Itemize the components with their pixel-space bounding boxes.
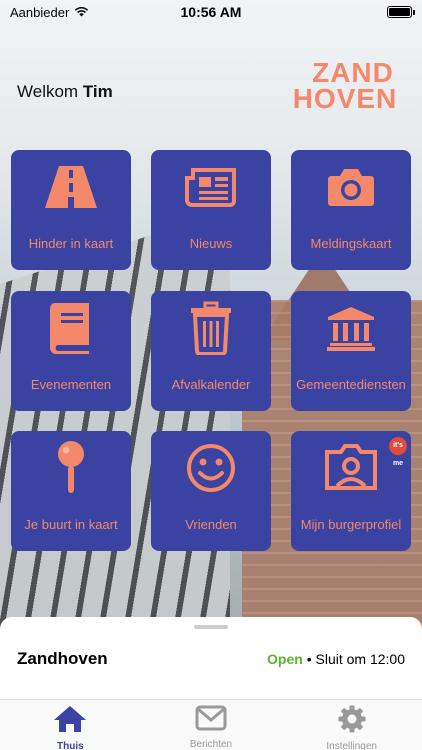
tab-thuis[interactable]: Thuis	[0, 700, 141, 750]
tile-label: Gemeentediensten	[296, 377, 406, 392]
welcome-text: Welkom Tim	[17, 82, 113, 102]
tile-gemeentediensten[interactable]: Gemeentediensten	[291, 291, 411, 411]
zandhoven-logo: ZAND HOVEN	[283, 59, 407, 120]
tab-label: Thuis	[57, 741, 84, 750]
user-name: Tim	[82, 82, 113, 101]
trash-icon	[151, 291, 271, 365]
status-left: Aanbieder	[10, 5, 89, 20]
tile-je-buurt-in-kaart[interactable]: Je buurt in kaart	[11, 431, 131, 551]
tile-label: Hinder in kaart	[28, 236, 114, 251]
tab-instellingen[interactable]: Instellingen	[281, 700, 422, 750]
newspaper-icon	[151, 150, 271, 224]
battery-icon	[387, 6, 415, 18]
tile-afvalkalender[interactable]: Afvalkalender	[151, 291, 271, 411]
opening-status: Open • Sluit om 12:00	[267, 651, 405, 667]
logo-line2: HOVEN	[292, 83, 398, 114]
sheet-drag-handle[interactable]	[194, 625, 228, 629]
open-label: Open	[267, 651, 303, 667]
mail-icon	[195, 705, 227, 736]
map-pin-icon	[11, 431, 131, 505]
welcome-prefix: Welkom	[17, 82, 79, 101]
tile-mijn-burgerprofiel[interactable]: it's me Mijn burgerprofiel	[291, 431, 411, 551]
tile-label: Afvalkalender	[171, 377, 251, 392]
tile-label: Vrienden	[185, 517, 237, 532]
tile-vrienden[interactable]: Vrienden	[151, 431, 271, 551]
tile-evenementen[interactable]: Evenementen	[11, 291, 131, 411]
gear-icon	[338, 705, 366, 738]
tile-label: Je buurt in kaart	[24, 517, 118, 532]
tab-bar: Thuis Berichten Instellingen	[0, 699, 422, 750]
closing-time: • Sluit om 12:00	[306, 651, 405, 667]
tile-label: Meldingskaart	[310, 236, 392, 251]
government-building-icon	[291, 291, 411, 365]
tile-meldingskaart[interactable]: Meldingskaart	[291, 150, 411, 270]
battery-level-fill	[389, 8, 410, 16]
smiley-icon	[151, 431, 271, 505]
camera-icon	[291, 150, 411, 224]
municipality-name: Zandhoven	[17, 649, 108, 668]
book-icon	[11, 291, 131, 365]
carrier-label: Aanbieder	[10, 4, 70, 20]
tile-nieuws[interactable]: Nieuws	[151, 150, 271, 270]
tile-label: Evenementen	[30, 377, 112, 392]
status-bar: Aanbieder 10:56 AM	[0, 0, 422, 24]
tile-hinder-in-kaart[interactable]: Hinder in kaart	[11, 150, 131, 270]
wifi-icon	[74, 5, 89, 20]
tile-label: Mijn burgerprofiel	[300, 517, 402, 532]
road-icon	[11, 150, 131, 224]
tab-berichten[interactable]: Berichten	[141, 700, 282, 750]
home-icon	[53, 705, 87, 738]
its-me-badge: it's me	[389, 437, 407, 467]
tab-label: Berichten	[189, 739, 233, 750]
tile-label: Nieuws	[189, 236, 233, 251]
tab-label: Instellingen	[326, 741, 377, 750]
